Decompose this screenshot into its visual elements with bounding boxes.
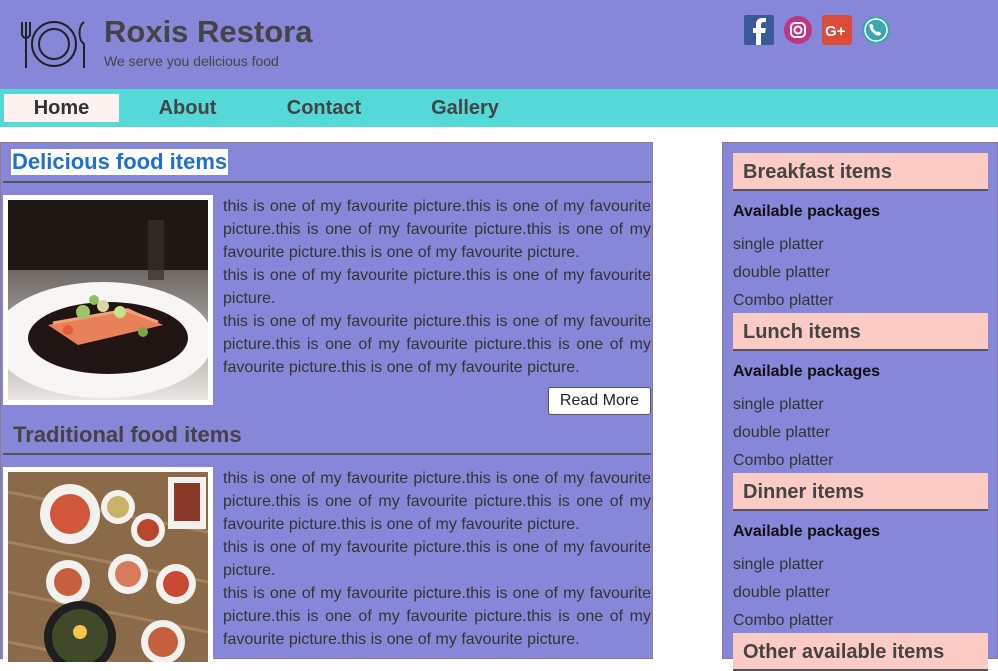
package-item[interactable]: single platter [733, 396, 824, 414]
section-title-traditional: Traditional food items [13, 422, 242, 447]
packages-title: Available packages [733, 523, 881, 540]
restaurant-logo-icon [21, 21, 85, 68]
package-item[interactable]: double platter [733, 424, 830, 442]
package-item[interactable]: double platter [733, 584, 830, 602]
sidebar: Breakfast items Available packages singl… [722, 142, 998, 671]
site-header: Roxis Restora We serve you delicious foo… [0, 0, 998, 89]
package-item[interactable]: single platter [733, 236, 824, 254]
food-photo-traditional [3, 467, 213, 667]
category-lunch[interactable]: Lunch items [733, 313, 988, 351]
food-photo-salmon [3, 195, 213, 405]
package-item[interactable]: double platter [733, 264, 830, 282]
svg-text:G+: G+ [825, 23, 846, 40]
paragraph: this is one of my favourite picture.this… [223, 198, 651, 261]
nav-contact[interactable]: Contact [270, 94, 378, 122]
package-item[interactable]: Combo platter [733, 452, 834, 470]
brand-tagline: We serve you delicious food [104, 53, 279, 69]
category-breakfast[interactable]: Breakfast items [733, 153, 988, 191]
brand-name: Roxis Restora [104, 14, 313, 49]
paragraph: this is one of my favourite picture.this… [223, 267, 651, 307]
section-divider [3, 181, 651, 183]
section-divider [3, 453, 651, 455]
section-title-delicious: Delicious food items [11, 149, 229, 175]
main-content: Delicious food items this is one of my f… [0, 142, 653, 667]
paragraph: this is one of my favourite picture.this… [223, 470, 651, 533]
category-dinner[interactable]: Dinner items [733, 473, 988, 511]
package-item[interactable]: Combo platter [733, 612, 834, 630]
phone-icon[interactable] [861, 15, 891, 45]
nav-gallery[interactable]: Gallery [418, 94, 512, 122]
main-nav: Home About Contact Gallery [0, 89, 998, 127]
facebook-icon[interactable] [744, 15, 774, 45]
section-text-traditional: this is one of my favourite picture.this… [223, 467, 651, 651]
read-more-button[interactable]: Read More [548, 387, 651, 415]
category-other[interactable]: Other available items [733, 633, 988, 671]
packages-title: Available packages [733, 203, 881, 220]
nav-about[interactable]: About [135, 94, 240, 122]
google-plus-icon[interactable]: G+ [822, 15, 852, 45]
section-text-delicious: this is one of my favourite picture.this… [223, 195, 651, 379]
paragraph: this is one of my favourite picture.this… [223, 585, 651, 648]
package-item[interactable]: single platter [733, 556, 824, 574]
package-item[interactable]: Combo platter [733, 292, 834, 310]
instagram-icon[interactable] [783, 15, 813, 45]
packages-title: Available packages [733, 363, 881, 380]
nav-home[interactable]: Home [4, 94, 119, 122]
paragraph: this is one of my favourite picture.this… [223, 539, 651, 579]
paragraph: this is one of my favourite picture.this… [223, 313, 651, 376]
